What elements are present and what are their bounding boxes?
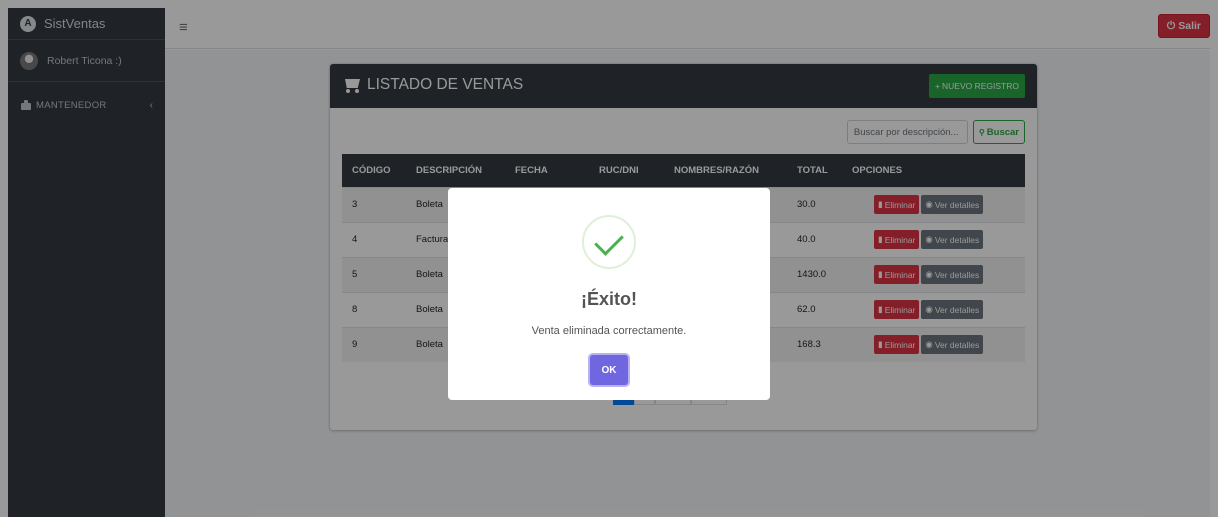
success-dialog: ¡Éxito! Venta eliminada correctamente. O… (448, 188, 770, 400)
dialog-message: Venta eliminada correctamente. (531, 325, 687, 337)
dialog-title: ¡Éxito! (581, 289, 637, 309)
ok-button[interactable]: OK (590, 355, 628, 385)
check-icon (582, 215, 636, 269)
